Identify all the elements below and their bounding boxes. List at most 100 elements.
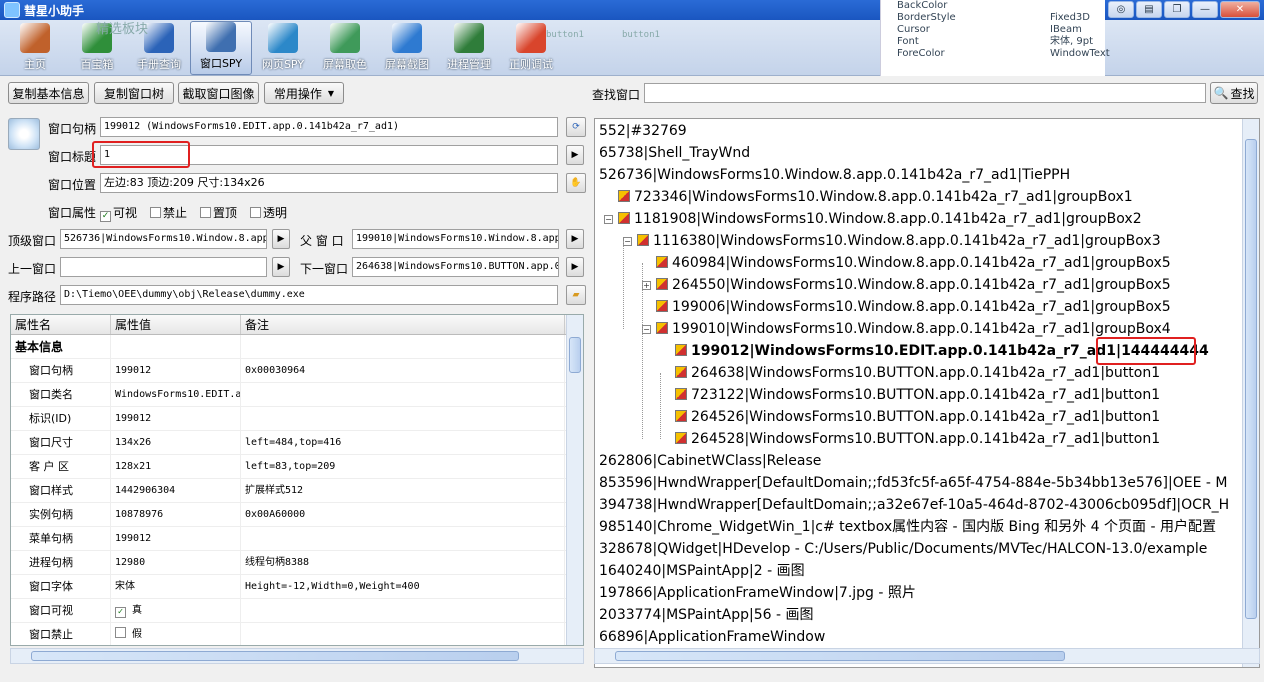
scroll-thumb[interactable] [569, 337, 581, 373]
tree-node[interactable]: 262806|CabinetWClass|Release [599, 450, 821, 472]
disabled-checkbox[interactable]: 禁止 [150, 204, 187, 221]
top-window-field[interactable]: 526736|WindowsForms10.Window.8.app.0.141… [60, 229, 267, 249]
tree-connector [642, 263, 643, 439]
tree-node[interactable]: 199010|WindowsForms10.Window.8.app.0.141… [656, 318, 1171, 340]
tree-node[interactable]: 264638|WindowsForms10.BUTTON.app.0.141b4… [675, 362, 1160, 384]
top-window-go-button[interactable]: ▶ [272, 229, 290, 249]
column-header[interactable]: 备注 [241, 315, 565, 334]
tree-node[interactable]: 197866|ApplicationFrameWindow|7.jpg - 照片 [599, 582, 916, 604]
refresh-button[interactable]: ⟳ [566, 117, 586, 137]
tree-node[interactable]: 264528|WindowsForms10.BUTTON.app.0.141b4… [675, 428, 1160, 450]
table-row[interactable]: 窗口字体 宋体 Height=-12,Width=0,Weight=400 [11, 575, 583, 599]
table-cell: 宋体 [111, 575, 241, 598]
next-window-go-button[interactable]: ▶ [566, 257, 584, 277]
topmost-checkbox[interactable]: 置顶 [200, 204, 237, 221]
tree-node[interactable]: 394738|HwndWrapper[DefaultDomain;;a32e67… [599, 494, 1229, 516]
table-row[interactable]: 窗口可视 ✓ 真 [11, 599, 583, 623]
skin-button[interactable]: ◎ [1108, 1, 1134, 18]
tree-node[interactable]: 199006|WindowsForms10.Window.8.app.0.141… [656, 296, 1171, 318]
prev-window-go-button[interactable]: ▶ [272, 257, 290, 277]
tree-vscrollbar[interactable] [1242, 119, 1259, 667]
copy-basic-info-button[interactable]: 复制基本信息 [8, 82, 89, 104]
checkbox-icon [115, 627, 126, 638]
checkbox-icon [250, 207, 261, 218]
toolbar-button-color-picker[interactable]: 屏幕取色 [314, 21, 376, 75]
property-table-vscrollbar[interactable] [566, 315, 583, 645]
tree-node[interactable]: 853596|HwndWrapper[DefaultDomain;;fd53fc… [599, 472, 1227, 494]
collapse-icon[interactable]: − [604, 215, 613, 224]
tree-node[interactable]: 723346|WindowsForms10.Window.8.app.0.141… [618, 186, 1133, 208]
toolbar-button-home[interactable]: 主页 [4, 21, 66, 75]
scroll-thumb[interactable] [615, 651, 1065, 661]
tree-node[interactable]: 66896|ApplicationFrameWindow [599, 626, 825, 648]
collapse-icon[interactable]: − [642, 325, 651, 334]
table-row[interactable]: 窗口句柄 199012 0x00030964 [11, 359, 583, 383]
window-spy-icon [206, 22, 236, 52]
next-window-field[interactable]: 264638|WindowsForms10.BUTTON.app.0.141b4… [352, 257, 559, 277]
table-row[interactable]: 进程句柄 12980 线程句柄8388 [11, 551, 583, 575]
property-table-hscrollbar[interactable] [10, 648, 584, 664]
tree-node[interactable]: 552|#32769 [599, 120, 687, 142]
tree-hscrollbar[interactable] [594, 648, 1260, 664]
minimize-button[interactable]: — [1192, 1, 1218, 18]
title-go-button[interactable]: ▶ [566, 145, 584, 165]
copy-window-tree-button[interactable]: 复制窗口树 [94, 82, 174, 104]
tree-node[interactable]: 1181908|WindowsForms10.Window.8.app.0.14… [618, 208, 1142, 230]
table-row[interactable]: 窗口样式 1442906304 扩展样式512 [11, 479, 583, 503]
column-header[interactable]: 属性名 [11, 315, 111, 334]
open-folder-button[interactable]: ▰ [566, 285, 586, 305]
tree-node[interactable]: 985140|Chrome_WidgetWin_1|c# textbox属性内容… [599, 516, 1216, 538]
toolbar-button-window-spy[interactable]: 窗口SPY [190, 21, 252, 75]
tree-node[interactable]: 264526|WindowsForms10.BUTTON.app.0.141b4… [675, 406, 1160, 428]
play-icon: ▶ [571, 262, 579, 272]
parent-window-field[interactable]: 199010|WindowsForms10.Window.8.app.0.141… [352, 229, 559, 249]
tree-node[interactable]: 65738|Shell_TrayWnd [599, 142, 750, 164]
position-field[interactable]: 左边:83 顶边:209 尺寸:134x26 [100, 173, 558, 193]
table-row[interactable]: 窗口类名 WindowsForms10.EDIT.a [11, 383, 583, 407]
toolbar-button-process[interactable]: 进程管理 [438, 21, 500, 75]
expand-icon[interactable]: + [642, 281, 651, 290]
tree-node[interactable]: 526736|WindowsForms10.Window.8.app.0.141… [599, 164, 1070, 186]
handle-field[interactable]: 199012 (WindowsForms10.EDIT.app.0.141b42… [100, 117, 558, 137]
table-row[interactable]: 标识(ID) 199012 [11, 407, 583, 431]
menu-button[interactable]: ▤ [1136, 1, 1162, 18]
find-window-input[interactable] [644, 83, 1206, 103]
toolbar-button-web-spy[interactable]: 网页SPY [252, 21, 314, 75]
tree-node[interactable]: 460984|WindowsForms10.Window.8.app.0.141… [656, 252, 1171, 274]
table-row[interactable]: 实例句柄 10878976 0x00A60000 [11, 503, 583, 527]
tree-node[interactable]: 2033774|MSPaintApp|56 - 画图 [599, 604, 814, 626]
disabled-label: 禁止 [163, 206, 188, 220]
table-cell: left=83,top=209 [241, 455, 565, 478]
common-actions-dropdown[interactable]: 常用操作 ▼ [264, 82, 344, 104]
table-row[interactable]: 窗口尺寸 134x26 left=484,top=416 [11, 431, 583, 455]
visible-checkbox[interactable]: ✓ 可视 [100, 204, 137, 222]
program-path-field[interactable]: D:\Tiemo\OEE\dummy\obj\Release\dummy.exe [60, 285, 558, 305]
parent-window-go-button[interactable]: ▶ [566, 229, 584, 249]
scroll-thumb[interactable] [1245, 139, 1257, 619]
table-row[interactable]: 客 户 区 128x21 left=83,top=209 [11, 455, 583, 479]
table-cell: ✓ 真 [111, 599, 241, 622]
tree-node[interactable]: 328678|QWidget|HDevelop - C:/Users/Publi… [599, 538, 1207, 560]
drag-hand-button[interactable]: ✋ [566, 173, 586, 193]
table-row[interactable]: 菜单句柄 199012 [11, 527, 583, 551]
find-button[interactable]: 🔍 查找 [1210, 82, 1258, 104]
tree-node[interactable]: 723122|WindowsForms10.BUTTON.app.0.141b4… [675, 384, 1160, 406]
column-header[interactable]: 属性值 [111, 315, 241, 334]
tree-node-label: 264528|WindowsForms10.BUTTON.app.0.141b4… [691, 431, 1161, 447]
close-button[interactable]: ✕ [1220, 1, 1260, 18]
toolbar-button-screenshot[interactable]: 屏幕截图 [376, 21, 438, 75]
tree-node-label: 65738|Shell_TrayWnd [599, 145, 751, 161]
collapse-icon[interactable]: − [623, 237, 632, 246]
scroll-thumb[interactable] [31, 651, 519, 661]
table-row[interactable]: 窗口禁止 假 [11, 623, 583, 645]
spy-target-icon[interactable] [8, 118, 40, 150]
restore-button[interactable]: ❐ [1164, 1, 1190, 18]
toolbar-button-label: 屏幕取色 [323, 58, 367, 71]
transparent-checkbox[interactable]: 透明 [250, 204, 287, 221]
tree-node[interactable]: 264550|WindowsForms10.Window.8.app.0.141… [656, 274, 1171, 296]
prev-window-field[interactable] [60, 257, 267, 277]
tree-node[interactable]: 1640240|MSPaintApp|2 - 画图 [599, 560, 805, 582]
table-cell: 12980 [111, 551, 241, 574]
capture-window-image-button[interactable]: 截取窗口图像 [178, 82, 259, 104]
tree-node[interactable]: 1116380|WindowsForms10.Window.8.app.0.14… [637, 230, 1161, 252]
